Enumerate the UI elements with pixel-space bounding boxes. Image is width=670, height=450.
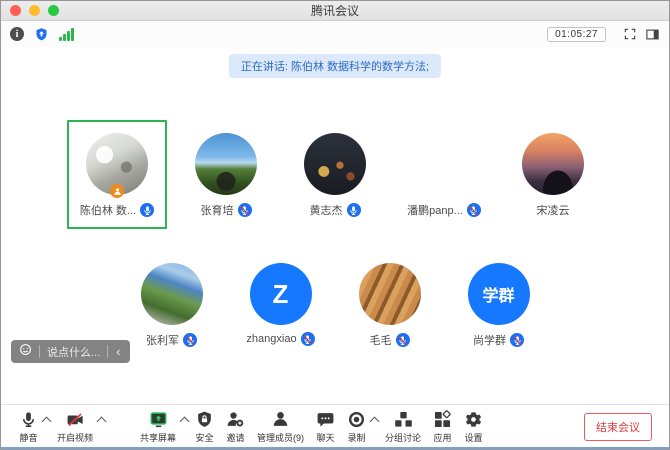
settings-icon bbox=[464, 410, 483, 429]
participant-name: 毛毛 bbox=[370, 332, 392, 348]
avatar bbox=[195, 133, 257, 195]
toolbar-item-invite[interactable]: 邀请 bbox=[226, 410, 245, 444]
toolbar-item-security[interactable]: 安全 bbox=[195, 410, 214, 444]
meeting-info-icon[interactable]: i bbox=[10, 26, 24, 42]
traffic-lights bbox=[10, 5, 59, 16]
avatar bbox=[141, 263, 203, 325]
titlebar: 腾讯会议 bbox=[1, 1, 669, 21]
mic-muted-icon bbox=[510, 333, 524, 347]
chevron-up-icon[interactable] bbox=[42, 417, 52, 427]
minimize-window-button[interactable] bbox=[29, 5, 40, 16]
end-meeting-button[interactable]: 结束会议 bbox=[584, 413, 652, 441]
mic-on-icon bbox=[347, 203, 361, 217]
chat-placeholder: 说点什么... bbox=[47, 344, 100, 360]
speaking-banner: 正在讲话: 陈伯林 数据科学的数学方法; bbox=[229, 54, 441, 78]
meeting-timer: 01:05:27 bbox=[547, 27, 606, 42]
bottom-toolbar: 静音 开启视频 共享屏幕 安全邀请管理成员(9) 聊天录制 分组讨论应用设置 结束会议 bbox=[1, 404, 669, 449]
invite-icon bbox=[226, 410, 245, 429]
mic-on-icon bbox=[140, 203, 154, 217]
participant-name: 尚学群 bbox=[473, 332, 506, 348]
toolbar-item-label: 应用 bbox=[434, 431, 452, 444]
participant-tile[interactable]: 宋凌云 bbox=[503, 120, 603, 229]
camera-off-icon bbox=[66, 410, 85, 429]
toolbar-item-label: 开启视频 bbox=[57, 431, 93, 444]
members-icon bbox=[271, 410, 290, 429]
toolbar-item-start-video[interactable]: 开启视频 bbox=[57, 410, 93, 444]
fullscreen-icon[interactable] bbox=[623, 26, 637, 42]
quick-chat-input[interactable]: 说点什么... ‹ bbox=[11, 340, 130, 363]
security-protect-icon[interactable] bbox=[34, 26, 49, 42]
chevron-up-icon[interactable] bbox=[180, 417, 190, 427]
toolbar-item-label: 静音 bbox=[19, 431, 37, 444]
avatar bbox=[304, 133, 366, 195]
avatar: 学群 bbox=[468, 263, 530, 325]
participant-name: 宋凌云 bbox=[537, 202, 570, 218]
meeting-window: 腾讯会议 i 01:05:27 正在讲话: 陈伯林 数据科学的数学方法; 陈伯林… bbox=[0, 0, 670, 450]
avatar: Z bbox=[250, 263, 312, 325]
mic-muted-icon bbox=[467, 203, 481, 217]
mic-icon bbox=[19, 410, 38, 429]
toolbar-item-label: 管理成员(9) bbox=[257, 431, 304, 444]
participant-tile[interactable]: 张利军 bbox=[122, 250, 222, 359]
avatar bbox=[522, 133, 584, 195]
avatar bbox=[359, 263, 421, 325]
participant-name: 张利军 bbox=[146, 332, 179, 348]
layout-toggle-icon[interactable] bbox=[645, 26, 660, 42]
avatar bbox=[86, 133, 148, 195]
toolbar-item-chat[interactable]: 聊天 bbox=[316, 410, 335, 444]
close-window-button[interactable] bbox=[10, 5, 21, 16]
participant-tile[interactable]: Zzhangxiao bbox=[231, 250, 331, 359]
chat-icon bbox=[316, 410, 335, 429]
network-signal-icon[interactable] bbox=[59, 28, 74, 41]
participant-tile[interactable]: 张育培 bbox=[176, 120, 276, 229]
mic-muted-icon bbox=[301, 332, 315, 346]
mic-muted-icon bbox=[183, 333, 197, 347]
toolbar-item-label: 录制 bbox=[348, 431, 366, 444]
avatar bbox=[413, 133, 475, 195]
toolbar-item-label: 设置 bbox=[465, 431, 483, 444]
participant-name: 黄志杰 bbox=[310, 202, 343, 218]
mic-muted-icon bbox=[396, 333, 410, 347]
toolbar-item-label: 共享屏幕 bbox=[140, 431, 176, 444]
toolbar-item-label: 分组讨论 bbox=[385, 431, 421, 444]
emoji-icon[interactable] bbox=[19, 343, 32, 361]
breakout-icon bbox=[394, 410, 413, 429]
toolbar-item-manage-members[interactable]: 管理成员(9) bbox=[257, 410, 304, 444]
participant-name: 陈伯林 数... bbox=[80, 202, 136, 218]
toolbar-item-label: 聊天 bbox=[317, 431, 335, 444]
toolbar-item-label: 安全 bbox=[196, 431, 214, 444]
toolbar-item-share-screen[interactable]: 共享屏幕 bbox=[140, 410, 176, 444]
participant-name: zhangxiao bbox=[246, 333, 296, 345]
header-toolbar: i 01:05:27 bbox=[1, 21, 669, 47]
share-screen-icon bbox=[149, 410, 168, 429]
toolbar-item-breakout[interactable]: 分组讨论 bbox=[385, 410, 421, 444]
mic-muted-icon bbox=[238, 203, 252, 217]
zoom-window-button[interactable] bbox=[48, 5, 59, 16]
toolbar-item-label: 邀请 bbox=[227, 431, 245, 444]
chevron-up-icon[interactable] bbox=[97, 417, 107, 427]
toolbar-item-apps[interactable]: 应用 bbox=[433, 410, 452, 444]
toolbar-item-record[interactable]: 录制 bbox=[347, 410, 366, 444]
participant-name: 潘鹏panp... bbox=[407, 202, 463, 218]
apps-icon bbox=[433, 410, 452, 429]
record-icon bbox=[347, 410, 366, 429]
window-title: 腾讯会议 bbox=[1, 2, 669, 19]
participant-row-1: 陈伯林 数... 张育培 黄志杰 潘鹏panp... 宋凌云 bbox=[1, 120, 669, 229]
collapse-chat-icon[interactable]: ‹ bbox=[115, 345, 121, 358]
participant-name: 张育培 bbox=[201, 202, 234, 218]
participant-tile[interactable]: 黄志杰 bbox=[285, 120, 385, 229]
participant-tile[interactable]: 毛毛 bbox=[340, 250, 440, 359]
toolbar-item-settings[interactable]: 设置 bbox=[464, 410, 483, 444]
host-badge-icon bbox=[110, 184, 124, 198]
toolbar-item-mute[interactable]: 静音 bbox=[19, 410, 38, 444]
participant-tile[interactable]: 陈伯林 数... bbox=[67, 120, 167, 229]
participant-tile[interactable]: 潘鹏panp... bbox=[394, 120, 494, 229]
chevron-up-icon[interactable] bbox=[370, 417, 380, 427]
participant-tile[interactable]: 学群尚学群 bbox=[449, 250, 549, 359]
security-shield-icon bbox=[195, 410, 214, 429]
